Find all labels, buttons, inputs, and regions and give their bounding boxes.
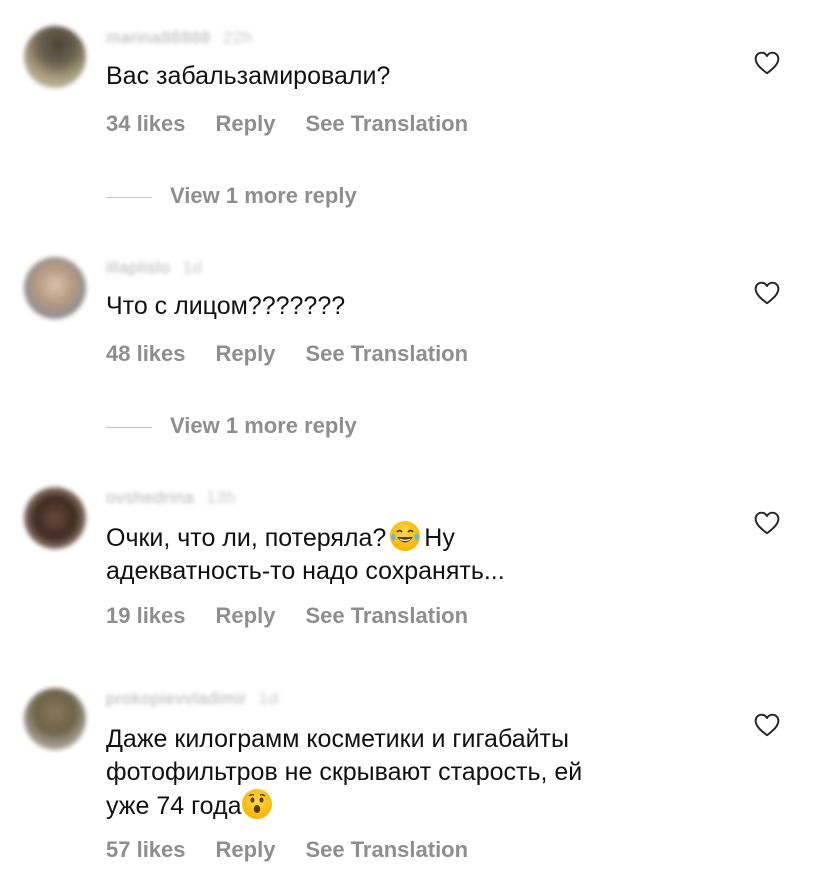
- astonished-emoji-icon: [241, 789, 272, 819]
- comment-age: 22h: [222, 28, 253, 47]
- likes-count[interactable]: 34 likes: [106, 111, 186, 136]
- comment-username[interactable]: illaplislo 1d: [106, 258, 202, 278]
- reply-button[interactable]: Reply: [216, 603, 276, 628]
- avatar[interactable]: [24, 688, 86, 750]
- divider-line: [106, 196, 152, 198]
- comment-username[interactable]: ovshedrina 13h: [106, 488, 236, 508]
- comment-meta: 48 likes Reply See Translation: [106, 341, 498, 367]
- view-more-label[interactable]: View 1 more reply: [170, 413, 357, 438]
- comment-text-line: уже 74 года: [106, 792, 242, 820]
- likes-count[interactable]: 57 likes: [106, 837, 186, 862]
- comment-meta: 19 likes Reply See Translation: [106, 603, 498, 629]
- username-text[interactable]: marina88888: [106, 28, 211, 47]
- comment-text-line: Даже килограмм косметики и гигабайты: [106, 725, 569, 753]
- comment-text-line: Очки, что ли, потеряла?: [106, 524, 387, 552]
- divider-line: [106, 426, 152, 428]
- comment-text: Очки, что ли, потеряла? Ну адекватность-…: [106, 521, 706, 588]
- comment-text: Что с лицом???????: [106, 290, 706, 323]
- see-translation-button[interactable]: See Translation: [305, 111, 468, 136]
- comment-username[interactable]: marina88888 22h: [106, 28, 253, 48]
- comment-meta: 34 likes Reply See Translation: [106, 111, 498, 137]
- reply-button[interactable]: Reply: [216, 341, 276, 366]
- reply-button[interactable]: Reply: [216, 111, 276, 136]
- view-more-label[interactable]: View 1 more reply: [170, 183, 357, 208]
- see-translation-button[interactable]: See Translation: [305, 341, 468, 366]
- heart-outline-icon[interactable]: [754, 511, 780, 535]
- comment-text-line: Вас забальзамировали?: [106, 62, 391, 90]
- comment-age: 1d: [258, 689, 279, 708]
- comment-text: Даже килограмм косметики и гигабайты фот…: [106, 723, 706, 823]
- comment-text-line: Что с лицом???????: [106, 292, 346, 320]
- joy-emoji-icon: [390, 521, 421, 551]
- comment-text-line: Ну: [424, 524, 455, 552]
- heart-outline-icon[interactable]: [754, 281, 780, 305]
- see-translation-button[interactable]: See Translation: [305, 603, 468, 628]
- avatar[interactable]: [24, 257, 86, 319]
- view-more-replies-button[interactable]: View 1 more reply: [106, 413, 357, 439]
- username-text[interactable]: prokopievvladimir: [106, 689, 247, 708]
- comment-age: 13h: [206, 488, 237, 507]
- comment-username[interactable]: prokopievvladimir 1d: [106, 689, 279, 709]
- reply-button[interactable]: Reply: [216, 837, 276, 862]
- avatar[interactable]: [24, 26, 86, 88]
- heart-outline-icon[interactable]: [754, 51, 780, 75]
- avatar[interactable]: [24, 487, 86, 549]
- likes-count[interactable]: 19 likes: [106, 603, 186, 628]
- username-text[interactable]: ovshedrina: [106, 488, 194, 507]
- comment-text-line: адекватность-то надо сохранять...: [106, 557, 505, 585]
- comment-text-line: фотофильтров не скрывают старость, ей: [106, 758, 583, 786]
- comment-text: Вас забальзамировали?: [106, 60, 706, 93]
- heart-outline-icon[interactable]: [754, 713, 780, 737]
- username-text[interactable]: illaplislo: [106, 258, 171, 277]
- likes-count[interactable]: 48 likes: [106, 341, 186, 366]
- see-translation-button[interactable]: See Translation: [305, 837, 468, 862]
- comment-meta: 57 likes Reply See Translation: [106, 837, 498, 863]
- view-more-replies-button[interactable]: View 1 more reply: [106, 183, 357, 209]
- comment-age: 1d: [182, 258, 203, 277]
